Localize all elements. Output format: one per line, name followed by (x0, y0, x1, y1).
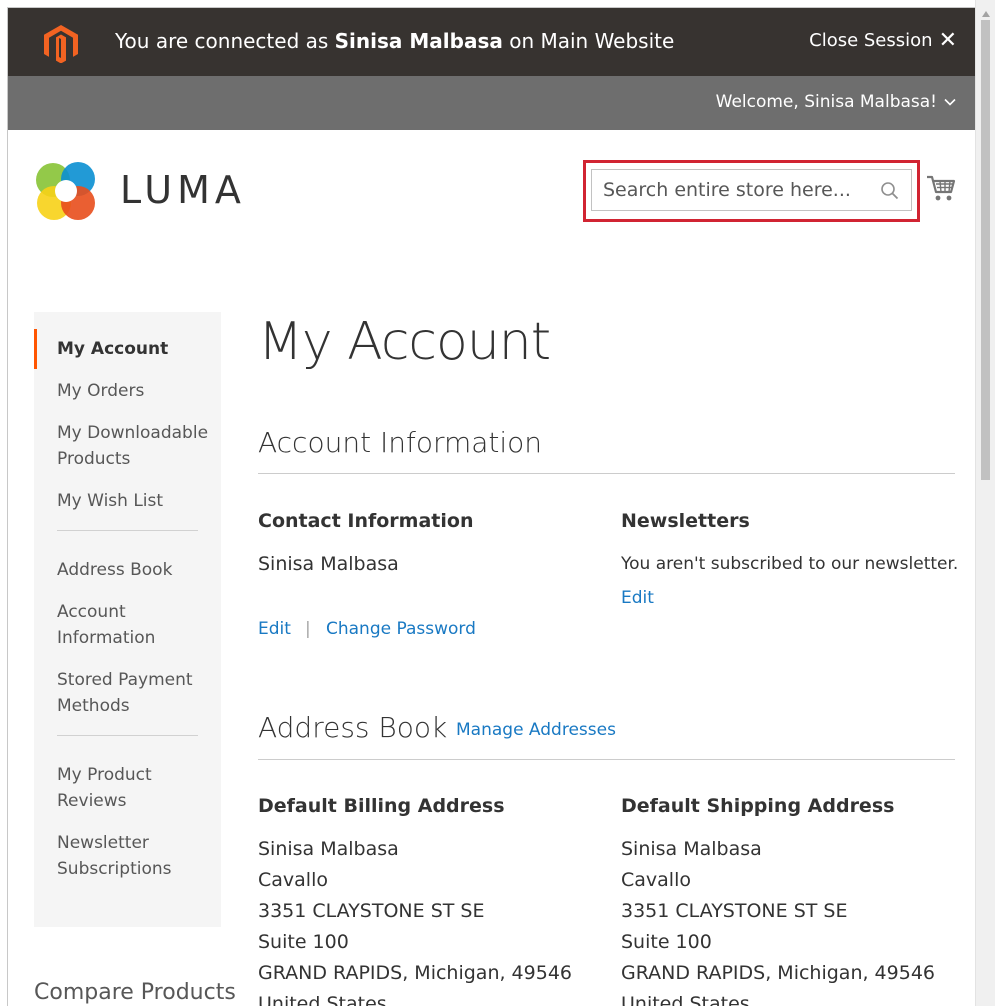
contact-information-title: Contact Information (258, 510, 474, 532)
edit-newsletters-link[interactable]: Edit (621, 588, 654, 608)
section-divider (258, 759, 955, 760)
link-separator: | (305, 619, 311, 639)
sidebar-item-wish-list[interactable]: My Wish List (34, 488, 221, 514)
search-box (591, 169, 912, 211)
sidebar-divider (57, 735, 198, 736)
address-line: Sinisa Malbasa (621, 838, 762, 860)
page-scrollbar[interactable] (975, 0, 995, 1006)
address-book-title: Address Book (258, 711, 448, 744)
search-icon[interactable] (880, 181, 899, 200)
address-line: Cavallo (621, 869, 691, 891)
manage-addresses-link[interactable]: Manage Addresses (456, 720, 616, 740)
chevron-down-icon (944, 98, 956, 106)
search-input[interactable] (592, 170, 872, 210)
sidebar-item-product-reviews[interactable]: My Product Reviews (34, 762, 221, 814)
address-line: United States (621, 993, 750, 1006)
welcome-message: Welcome, Sinisa Malbasa! (715, 92, 937, 112)
address-line: 3351 CLAYSTONE ST SE (258, 900, 485, 922)
login-as-customer-bar: You are connected as Sinisa Malbasa on M… (8, 8, 982, 76)
cart-icon[interactable] (926, 173, 956, 203)
section-divider (258, 473, 955, 474)
address-line: GRAND RAPIDS, Michigan, 49546 (258, 962, 573, 984)
account-sidebar: My Account My Orders My Downloadable Pro… (34, 312, 221, 927)
contact-name: Sinisa Malbasa (258, 553, 399, 575)
newsletters-title: Newsletters (621, 510, 750, 532)
sidebar-item-newsletter-subscriptions[interactable]: Newsletter Subscriptions (34, 830, 221, 882)
change-password-link[interactable]: Change Password (326, 619, 476, 639)
close-session-label: Close Session (809, 30, 933, 51)
sidebar-divider (57, 530, 198, 531)
address-line: United States (258, 993, 387, 1006)
session-message: You are connected as Sinisa Malbasa on M… (115, 29, 675, 53)
sidebar-item-my-account[interactable]: My Account (34, 329, 221, 369)
magento-logo-icon (44, 25, 78, 63)
customer-name: Sinisa Malbasa (334, 29, 503, 53)
address-line: GRAND RAPIDS, Michigan, 49546 (621, 962, 936, 984)
compare-products-title: Compare Products (34, 980, 236, 1005)
scroll-up-arrow-icon[interactable] (981, 10, 991, 18)
address-line: 3351 CLAYSTONE ST SE (621, 900, 848, 922)
address-line: Sinisa Malbasa (258, 838, 399, 860)
luma-logo-text[interactable]: LUMA (120, 168, 246, 212)
header-panel: Welcome, Sinisa Malbasa! (8, 76, 982, 130)
address-line: Suite 100 (621, 931, 712, 953)
address-line: Cavallo (258, 869, 328, 891)
luma-logo-icon[interactable] (34, 158, 98, 224)
default-billing-address-title: Default Billing Address (258, 795, 505, 817)
sidebar-item-downloadable-products[interactable]: My Downloadable Products (34, 420, 221, 472)
default-billing-address: Sinisa Malbasa Cavallo 3351 CLAYSTONE ST… (258, 834, 572, 1006)
address-line: Suite 100 (258, 931, 349, 953)
default-shipping-address: Sinisa Malbasa Cavallo 3351 CLAYSTONE ST… (621, 834, 935, 1006)
sidebar-item-account-information[interactable]: Account Information (34, 599, 221, 651)
close-icon: ✕ (938, 27, 957, 53)
sidebar-item-stored-payment-methods[interactable]: Stored Payment Methods (34, 667, 221, 719)
default-shipping-address-title: Default Shipping Address (621, 795, 895, 817)
browser-viewport: You are connected as Sinisa Malbasa on M… (7, 7, 982, 1006)
close-session-button[interactable]: Close Session ✕ (809, 27, 957, 53)
sidebar-item-my-orders[interactable]: My Orders (34, 378, 221, 404)
sidebar-item-address-book[interactable]: Address Book (34, 557, 221, 583)
page-title: My Account (258, 312, 551, 372)
newsletters-status: You aren't subscribed to our newsletter. (621, 554, 959, 574)
scrollbar-thumb[interactable] (981, 20, 990, 480)
account-information-title: Account Information (258, 426, 543, 459)
customer-menu-toggle[interactable]: Welcome, Sinisa Malbasa! (716, 92, 957, 112)
edit-contact-link[interactable]: Edit (258, 619, 291, 639)
